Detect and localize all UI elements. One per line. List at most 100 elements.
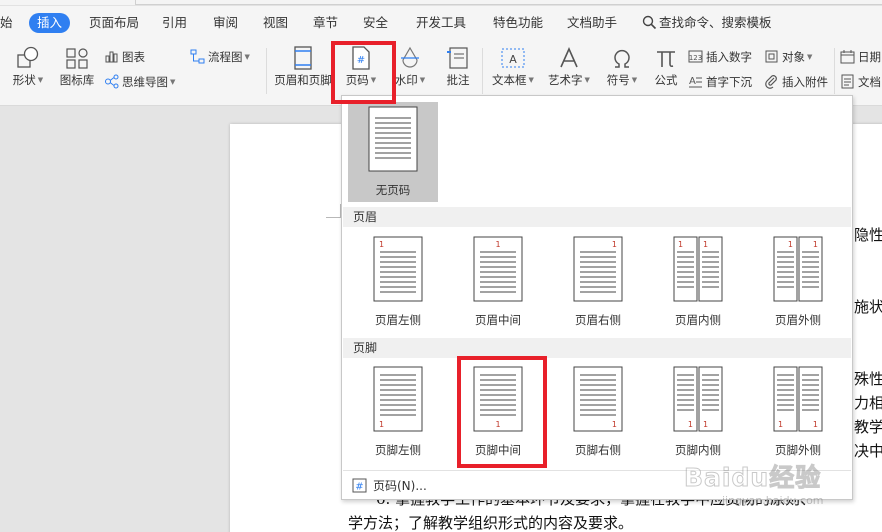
page-thumbnail-icon: 1 [373, 236, 423, 302]
option-footer-left[interactable]: 1 页脚左侧 [353, 362, 443, 462]
page-thumbnail-icon [368, 106, 418, 172]
highlight-page-number-button [331, 41, 396, 104]
option-no-page-number[interactable]: 无页码 [348, 102, 438, 202]
document-button[interactable]: 文档 [840, 73, 881, 91]
object-button[interactable]: 对象 ▼ [764, 48, 812, 66]
watermark-button[interactable]: 水印 ▼ [390, 46, 430, 87]
page-thumbnail-icon: 1 [473, 236, 523, 302]
menu-doc-assistant[interactable]: 文档助手 [567, 13, 617, 33]
wordart-icon [560, 47, 578, 68]
chart-icon [105, 51, 118, 63]
chart-button[interactable]: 图表 [104, 48, 145, 66]
spread-thumbnail-icon: 11 [773, 366, 823, 432]
icon-library-button[interactable]: 图标库 [56, 46, 98, 87]
margin-mark [326, 217, 340, 218]
svg-text:123: 123 [689, 54, 702, 62]
mindmap-button[interactable]: 思维导图 ▼ [104, 73, 175, 91]
insert-number-button[interactable]: 123 插入数字 [688, 48, 752, 66]
flowchart-icon [190, 49, 205, 64]
menu-start[interactable]: 始 [0, 13, 13, 33]
menu-page-layout[interactable]: 页面布局 [89, 13, 139, 33]
option-footer-right[interactable]: 1 页脚右侧 [553, 362, 643, 462]
menu-references[interactable]: 引用 [162, 13, 187, 33]
menu-security[interactable]: 安全 [363, 13, 388, 33]
watermark-label: 水印 [394, 73, 418, 87]
number-icon: 123 [688, 50, 703, 63]
paperclip-icon [765, 75, 777, 89]
option-header-left[interactable]: 1 页眉左侧 [353, 232, 443, 332]
header-footer-button[interactable]: 页眉和页脚 [272, 46, 334, 87]
textbox-label: 文本框 [492, 73, 527, 87]
doc-text-line: 教学 [854, 418, 882, 436]
section-header: 页脚 [343, 338, 851, 358]
flowchart-label: 流程图 [208, 50, 243, 64]
page-number-mark: 1 [703, 420, 708, 429]
option-header-outside[interactable]: 11 页眉外侧 [753, 232, 843, 332]
option-header-center[interactable]: 1 页眉中间 [453, 232, 543, 332]
menu-special-features[interactable]: 特色功能 [493, 13, 543, 33]
doc-text-line: 力相 [854, 394, 882, 412]
page-number-dropdown: 无页码 页眉 1 页眉左侧 1 页眉中间 1 页眉右侧 11 页眉内侧 11 页… [341, 95, 853, 500]
menu-view[interactable]: 视图 [263, 13, 288, 33]
menu-developer[interactable]: 开发工具 [416, 13, 466, 33]
date-button[interactable]: 日期 [840, 48, 881, 66]
date-label: 日期 [858, 50, 881, 64]
menu-chapter[interactable]: 章节 [313, 13, 338, 33]
toolbar-divider [834, 48, 835, 94]
command-search[interactable]: 查找命令、搜索模板 [642, 13, 772, 33]
page-number-mark: 1 [703, 240, 708, 249]
option-label: 页眉外侧 [775, 313, 821, 327]
doc-text-line: 殊性 [854, 370, 882, 388]
svg-text:A: A [689, 76, 696, 87]
object-label: 对象 [782, 50, 805, 64]
comment-button[interactable]: 批注 [440, 46, 476, 87]
option-label: 页脚内侧 [675, 443, 721, 457]
textbox-button[interactable]: A 文本框 ▼ [488, 46, 538, 87]
doc-text-line: 隐性 [854, 226, 882, 244]
chart-label: 图表 [122, 50, 145, 64]
page-number-mark: 1 [778, 420, 783, 429]
option-header-inside[interactable]: 11 页眉内侧 [653, 232, 743, 332]
section-header: 页眉 [343, 207, 851, 227]
attachment-button[interactable]: 插入附件 [764, 73, 828, 91]
comment-icon [447, 47, 468, 69]
search-icon [642, 15, 657, 30]
option-footer-inside[interactable]: 11 页脚内侧 [653, 362, 743, 462]
menu-review[interactable]: 审阅 [213, 13, 238, 33]
object-icon [765, 50, 778, 63]
drop-cap-button[interactable]: A 首字下沉 [688, 73, 752, 91]
option-label: 页眉左侧 [375, 313, 421, 327]
watermark-url: jingyan.baidu.com [722, 494, 824, 507]
menu-insert[interactable]: 插入 [29, 13, 71, 33]
option-label: 页眉内侧 [675, 313, 721, 327]
option-footer-outside[interactable]: 11 页脚外侧 [753, 362, 843, 462]
page-number-hash-icon: # [352, 478, 367, 493]
flowchart-button[interactable]: 流程图 ▼ [190, 48, 250, 66]
header-footer-label: 页眉和页脚 [274, 73, 332, 87]
svg-text:#: # [355, 482, 363, 493]
option-label: 页脚外侧 [775, 443, 821, 457]
page-number-mark: 1 [612, 240, 617, 249]
option-label: 页脚右侧 [575, 443, 621, 457]
page-number-mark: 1 [788, 240, 793, 249]
attachment-label: 插入附件 [782, 75, 828, 89]
spread-thumbnail-icon: 11 [673, 366, 723, 432]
symbol-button[interactable]: 符号 ▼ [602, 46, 642, 87]
page-number-mark: 1 [379, 240, 384, 249]
option-label: 页眉中间 [475, 313, 521, 327]
shape-button[interactable]: 形状 ▼ [8, 46, 48, 87]
header-footer-icon [294, 46, 312, 70]
document-icon [841, 74, 854, 89]
page-number-settings-item[interactable]: # 页码(N)... [352, 477, 427, 495]
watermark-brand: Baidu经验 [683, 463, 822, 493]
wordart-button[interactable]: 艺术字 ▼ [544, 46, 594, 87]
drop-cap-label: 首字下沉 [706, 75, 752, 89]
page-number-mark: 1 [813, 420, 818, 429]
option-header-right[interactable]: 1 页眉右侧 [553, 232, 643, 332]
drop-cap-icon: A [689, 76, 702, 88]
formula-button[interactable]: 公式 [648, 46, 684, 87]
icon-library-label: 图标库 [59, 73, 95, 87]
icon-library-icon [66, 48, 88, 69]
highlight-footer-center-option [457, 356, 547, 468]
spread-thumbnail-icon: 11 [673, 236, 723, 302]
